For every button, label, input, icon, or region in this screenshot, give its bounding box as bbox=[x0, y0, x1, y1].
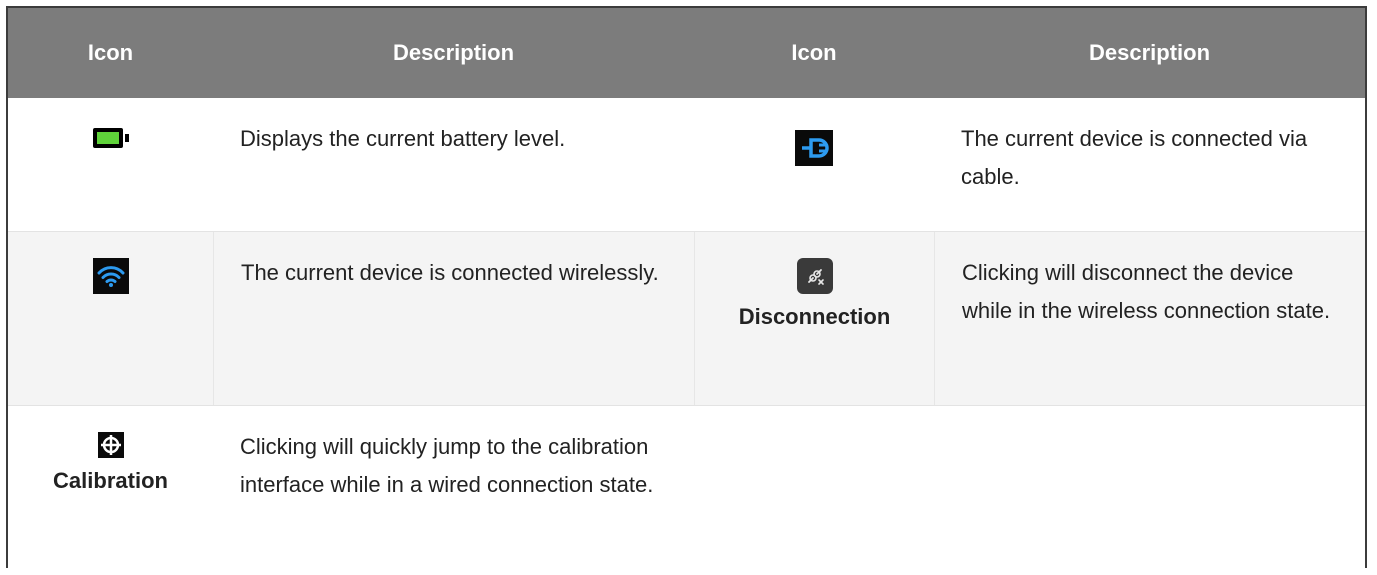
empty-cell bbox=[694, 406, 934, 568]
description-cell: Clicking will disconnect the device whil… bbox=[934, 232, 1365, 405]
description-cell: The current device is connected wireless… bbox=[213, 232, 694, 405]
icon-label: Disconnection bbox=[738, 304, 891, 329]
header-icon-1: Icon bbox=[87, 40, 134, 65]
cable-connection-icon bbox=[795, 130, 833, 166]
calibration-target-icon[interactable] bbox=[97, 432, 124, 458]
icon-cell bbox=[8, 232, 213, 405]
icon-cell bbox=[694, 98, 934, 231]
disconnect-icon[interactable] bbox=[796, 258, 833, 294]
battery-icon bbox=[92, 128, 129, 148]
table-row: Displays the current battery level. The … bbox=[8, 98, 1365, 231]
icon-label: Calibration bbox=[53, 468, 168, 493]
icon-description-table: Icon Description Icon Description Displa… bbox=[6, 6, 1367, 568]
description-cell: Displays the current battery level. bbox=[240, 126, 566, 151]
wifi-icon bbox=[92, 258, 129, 294]
header-description-2: Description bbox=[1088, 40, 1211, 65]
description-cell: Clicking will quickly jump to the calibr… bbox=[240, 434, 654, 497]
table-row: The current device is connected wireless… bbox=[8, 231, 1365, 406]
icon-cell bbox=[8, 98, 213, 231]
table-row: Calibration Clicking will quickly jump t… bbox=[8, 406, 1365, 568]
table-header-row: Icon Description Icon Description bbox=[8, 8, 1365, 98]
header-description-1: Description bbox=[392, 40, 515, 65]
description-cell: The current device is connected via cabl… bbox=[961, 126, 1308, 189]
empty-cell bbox=[934, 406, 1365, 568]
header-icon-2: Icon bbox=[791, 40, 837, 65]
icon-cell: Calibration bbox=[8, 406, 213, 568]
icon-cell: Disconnection bbox=[694, 232, 934, 405]
